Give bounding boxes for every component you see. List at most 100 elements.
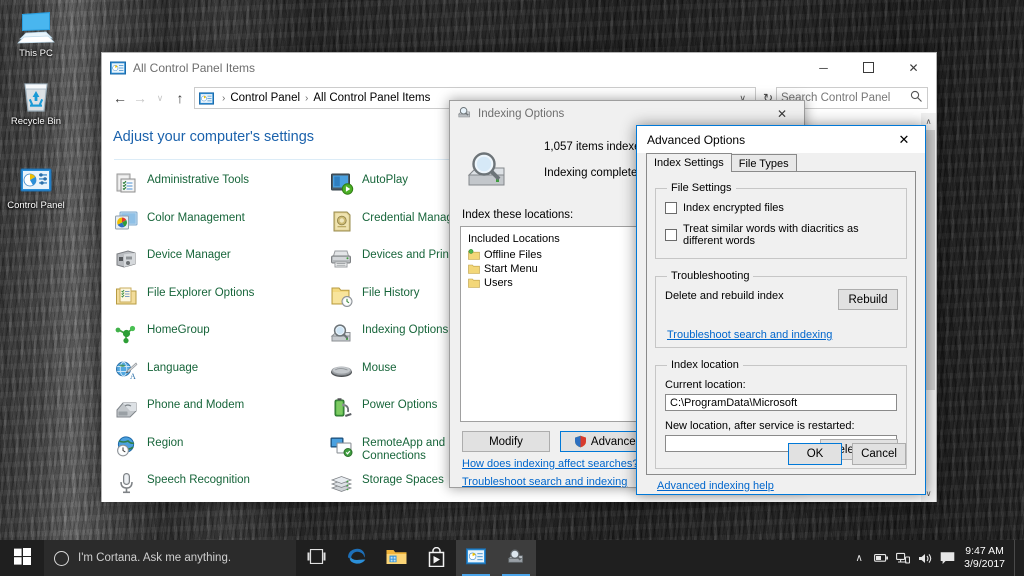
current-location-label: Current location:: [665, 379, 746, 391]
file-settings-group: File Settings Index encrypted files Trea…: [655, 182, 907, 259]
taskbar-control-panel-button[interactable]: [456, 540, 496, 576]
control-panel-item-homegroup[interactable]: HomeGroup: [114, 320, 329, 358]
indexing-options-icon: [457, 105, 472, 123]
modify-button[interactable]: Modify: [462, 431, 550, 452]
control-panel-item-region[interactable]: Region: [114, 433, 329, 471]
cortana-placeholder: I'm Cortana. Ask me anything.: [78, 552, 232, 564]
maximize-button[interactable]: [846, 53, 891, 83]
control-panel-item-language[interactable]: A Language: [114, 358, 329, 396]
control-panel-item-label: Speech Recognition: [147, 474, 250, 486]
file-explorer-options-icon: [114, 284, 139, 309]
file-explorer-icon: [386, 548, 407, 569]
desktop-icon-recycle-bin[interactable]: Recycle Bin: [4, 78, 68, 127]
search-icon: [910, 90, 923, 106]
troubleshoot-search-link[interactable]: Troubleshoot search and indexing: [665, 329, 832, 341]
breadcrumb-item-all-items[interactable]: All Control Panel Items: [313, 92, 430, 104]
task-view-button[interactable]: [296, 540, 336, 576]
control-panel-item-label: Mouse: [362, 361, 397, 374]
cortana-search-box[interactable]: I'm Cortana. Ask me anything.: [44, 540, 296, 576]
show-desktop-button[interactable]: [1014, 540, 1020, 576]
back-button[interactable]: ←: [110, 87, 130, 109]
breadcrumb-separator: ›: [305, 92, 309, 104]
close-button[interactable]: ✕: [883, 126, 925, 153]
control-panel-item-label: Language: [147, 361, 199, 374]
credential-manager-icon: [329, 209, 354, 234]
language-icon: A: [114, 359, 139, 384]
control-panel-item-label: File History: [362, 286, 420, 299]
taskbar-indexing-options-button[interactable]: [496, 540, 536, 576]
close-button[interactable]: ✕: [760, 101, 804, 127]
checkbox-box[interactable]: [665, 202, 677, 214]
tab-index-settings[interactable]: Index Settings: [646, 153, 732, 172]
speech-recognition-icon: [114, 471, 139, 496]
checkbox-index-encrypted-files[interactable]: Index encrypted files: [665, 202, 897, 214]
file-explorer-button[interactable]: [376, 540, 416, 576]
control-panel-titlebar[interactable]: All Control Panel Items ─ ✕: [102, 53, 936, 83]
control-panel-item-label: Region: [147, 436, 184, 449]
remoteapp-icon: [329, 434, 354, 459]
devices-and-printers-icon: [329, 246, 354, 271]
advanced-options-body: Index Settings File Types File Settings …: [637, 153, 925, 492]
store-button[interactable]: [416, 540, 456, 576]
cortana-circle-icon: [54, 550, 69, 566]
minimize-button[interactable]: ─: [801, 53, 846, 83]
control-panel-item-label: File Explorer Options: [147, 286, 255, 299]
control-panel-item-administrative-tools[interactable]: Administrative Tools: [114, 170, 329, 208]
control-panel-item-device-manager[interactable]: Device Manager: [114, 245, 329, 283]
desktop-icon-this-pc[interactable]: This PC: [4, 10, 68, 59]
items-indexed-count: 1,057 items indexed: [544, 141, 647, 153]
advanced-options-titlebar[interactable]: Advanced Options ✕: [637, 126, 925, 153]
ok-button[interactable]: OK: [788, 443, 842, 465]
forward-button[interactable]: →: [130, 87, 150, 109]
tab-file-types[interactable]: File Types: [730, 154, 797, 172]
current-location-field[interactable]: C:\ProgramData\Microsoft: [665, 394, 897, 411]
administrative-tools-icon: [114, 171, 139, 196]
checkbox-box[interactable]: [665, 229, 677, 241]
desktop-icon-control-panel[interactable]: Control Panel: [4, 162, 68, 211]
indexing-options-titlebar[interactable]: Indexing Options ✕: [450, 101, 804, 127]
index-settings-panel: File Settings Index encrypted files Trea…: [646, 171, 916, 492]
network-icon[interactable]: [892, 540, 914, 576]
rebuild-button[interactable]: Rebuild: [838, 289, 898, 310]
list-item-label: Start Menu: [484, 262, 538, 275]
monitor-icon: [4, 10, 68, 46]
control-panel-item-label: Indexing Options: [362, 324, 449, 336]
window-title: All Control Panel Items: [133, 60, 256, 75]
advanced-indexing-help-link[interactable]: Advanced indexing help: [655, 480, 907, 492]
recycle-bin-icon: [4, 78, 68, 114]
action-center-icon[interactable]: [936, 540, 958, 576]
dialog-title: Advanced Options: [647, 132, 746, 147]
close-button[interactable]: ✕: [891, 53, 936, 83]
control-panel-item-file-explorer-options[interactable]: File Explorer Options: [114, 283, 329, 321]
caption-buttons: ─ ✕: [801, 53, 936, 83]
edge-icon: [346, 546, 367, 570]
file-settings-legend: File Settings: [671, 182, 732, 194]
store-icon: [428, 546, 445, 570]
show-hidden-icons-chevron[interactable]: ∧: [848, 540, 870, 576]
desktop-icon-label: Recycle Bin: [10, 116, 62, 127]
autoplay-icon: [329, 171, 354, 196]
control-panel-item-phone-and-modem[interactable]: Phone and Modem: [114, 395, 329, 433]
clock-time: 9:47 AM: [965, 545, 1004, 557]
control-panel-item-color-management[interactable]: Color Management: [114, 208, 329, 246]
volume-icon[interactable]: [914, 540, 936, 576]
cancel-button[interactable]: Cancel: [852, 443, 906, 465]
windows-start-icon: [13, 548, 31, 568]
up-button[interactable]: ↑: [170, 87, 190, 109]
start-button[interactable]: [0, 540, 44, 576]
mouse-icon: [329, 359, 354, 384]
desktop-icon-label: This PC: [19, 48, 53, 59]
battery-icon[interactable]: [870, 540, 892, 576]
recent-locations-button[interactable]: ∨: [150, 87, 170, 109]
indexing-status-text: 1,057 items indexed Indexing complete.: [544, 137, 647, 179]
checkbox-treat-diacritics[interactable]: Treat similar words with diacritics as d…: [665, 223, 897, 247]
region-icon: [114, 434, 139, 459]
new-location-label: New location, after service is restarted…: [665, 420, 855, 432]
breadcrumb-item-control-panel[interactable]: Control Panel: [230, 92, 300, 104]
advanced-options-dialog[interactable]: Advanced Options ✕ Index Settings File T…: [636, 125, 926, 495]
clock[interactable]: 9:47 AM 3/9/2017: [958, 540, 1014, 576]
indexing-options-icon: [506, 547, 526, 569]
indexing-status-message: Indexing complete.: [544, 167, 641, 179]
edge-button[interactable]: [336, 540, 376, 576]
control-panel-item-speech-recognition[interactable]: Speech Recognition: [114, 470, 329, 502]
